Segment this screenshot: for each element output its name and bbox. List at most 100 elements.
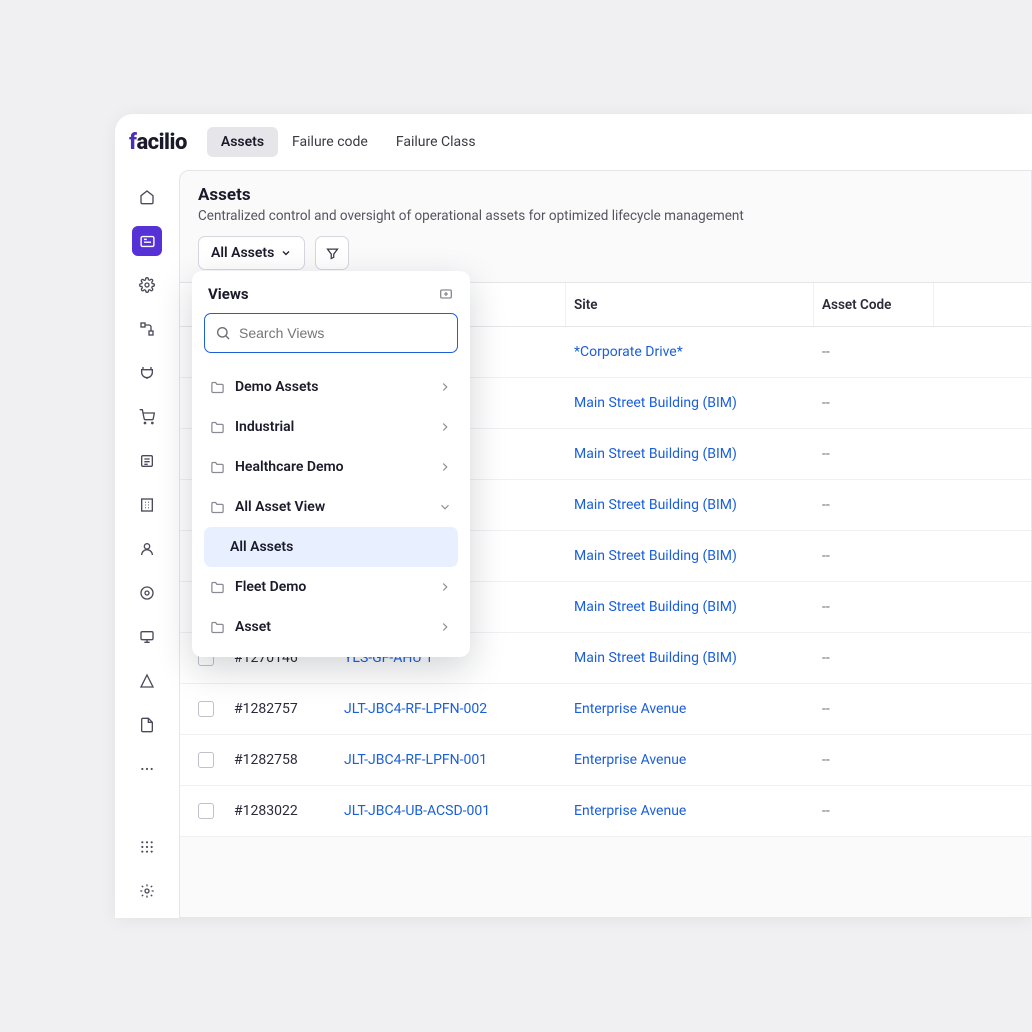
person-icon[interactable] — [132, 534, 162, 564]
row-site[interactable]: Main Street Building (BIM) — [566, 446, 814, 462]
folder-icon — [210, 620, 225, 635]
row-code: -- — [814, 497, 934, 513]
row-code: -- — [814, 599, 934, 615]
chevron-icon — [438, 620, 452, 634]
apps-icon[interactable] — [132, 832, 162, 862]
search-icon — [215, 325, 231, 341]
row-name[interactable]: JLT-JBC4-RF-LPFN-002 — [336, 701, 566, 717]
row-site[interactable]: Main Street Building (BIM) — [566, 395, 814, 411]
col-asset-code: Asset Code — [814, 283, 934, 326]
row-code: -- — [814, 803, 934, 819]
page-title: Assets — [198, 185, 1013, 205]
view-selector-chip[interactable]: All Assets — [198, 236, 305, 270]
row-code: -- — [814, 548, 934, 564]
triangle-icon[interactable] — [132, 666, 162, 696]
row-name[interactable]: JLT-JBC4-RF-LPFN-001 — [336, 752, 566, 768]
row-id: #1283022 — [226, 803, 336, 819]
view-folder-item[interactable]: Fleet Demo — [204, 567, 458, 607]
tab-failure-code[interactable]: Failure code — [278, 127, 382, 157]
view-sub-label: All Assets — [230, 539, 452, 555]
view-folder-label: Industrial — [235, 419, 428, 435]
row-checkbox[interactable] — [198, 701, 214, 717]
brand-rest: acilio — [136, 130, 186, 155]
table-row[interactable]: #1282757 JLT-JBC4-RF-LPFN-002 Enterprise… — [180, 684, 1031, 735]
page-subtitle: Centralized control and oversight of ope… — [198, 208, 1013, 224]
page-header: Assets Centralized control and oversight… — [180, 171, 1031, 236]
building-icon[interactable] — [132, 490, 162, 520]
filter-icon — [325, 246, 340, 261]
row-checkbox[interactable] — [198, 752, 214, 768]
view-folder-item[interactable]: Asset — [204, 607, 458, 647]
doc-icon[interactable] — [132, 710, 162, 740]
row-site[interactable]: Enterprise Avenue — [566, 752, 814, 768]
add-view-icon[interactable] — [438, 286, 454, 302]
row-code: -- — [814, 650, 934, 666]
list-icon[interactable] — [132, 446, 162, 476]
plug-icon[interactable] — [132, 358, 162, 388]
tab-assets[interactable]: Assets — [207, 127, 278, 157]
view-folder-label: Healthcare Demo — [235, 459, 428, 475]
gear2-icon[interactable] — [132, 578, 162, 608]
assets-icon[interactable] — [132, 226, 162, 256]
views-title: Views — [208, 285, 249, 303]
view-folder-label: Asset — [235, 619, 428, 635]
view-item-all-assets[interactable]: All Assets — [204, 527, 458, 567]
row-site[interactable]: Enterprise Avenue — [566, 803, 814, 819]
app-frame: facilio Assets Failure code Failure Clas… — [115, 114, 1032, 918]
view-folder-item[interactable]: Healthcare Demo — [204, 447, 458, 487]
more-icon[interactable] — [132, 754, 162, 784]
row-site[interactable]: Main Street Building (BIM) — [566, 650, 814, 666]
settings-icon[interactable] — [132, 876, 162, 906]
row-id: #1282758 — [226, 752, 336, 768]
view-folder-item[interactable]: Demo Assets — [204, 367, 458, 407]
folder-icon — [210, 500, 225, 515]
row-code: -- — [814, 344, 934, 360]
folder-icon — [210, 460, 225, 475]
table-row[interactable]: #1282758 JLT-JBC4-RF-LPFN-001 Enterprise… — [180, 735, 1031, 786]
folder-icon — [210, 420, 225, 435]
row-site[interactable]: Main Street Building (BIM) — [566, 497, 814, 513]
col-site: Site — [566, 283, 814, 326]
sidebar — [115, 170, 179, 918]
view-folder-label: Demo Assets — [235, 379, 428, 395]
row-code: -- — [814, 446, 934, 462]
flow-icon[interactable] — [132, 314, 162, 344]
top-tabs: Assets Failure code Failure Class — [207, 127, 490, 157]
row-site[interactable]: Main Street Building (BIM) — [566, 599, 814, 615]
gear-icon[interactable] — [132, 270, 162, 300]
topbar: facilio Assets Failure code Failure Clas… — [115, 114, 1032, 170]
filter-button[interactable] — [315, 236, 349, 270]
view-folder-item[interactable]: Industrial — [204, 407, 458, 447]
view-selector-label: All Assets — [211, 245, 274, 261]
view-folder-label: All Asset View — [235, 499, 428, 515]
row-code: -- — [814, 701, 934, 717]
chevron-icon — [438, 460, 452, 474]
chevron-down-icon — [280, 247, 292, 259]
main-area: Assets Centralized control and oversight… — [179, 170, 1032, 918]
chevron-icon — [438, 420, 452, 434]
home-icon[interactable] — [132, 182, 162, 212]
views-search[interactable] — [204, 313, 458, 353]
chevron-icon — [438, 380, 452, 394]
view-folder-item[interactable]: All Asset View — [204, 487, 458, 527]
view-folder-label: Fleet Demo — [235, 579, 428, 595]
views-search-input[interactable] — [239, 325, 447, 341]
row-name[interactable]: JLT-JBC4-UB-ACSD-001 — [336, 803, 566, 819]
table-row[interactable]: #1283022 JLT-JBC4-UB-ACSD-001 Enterprise… — [180, 786, 1031, 837]
folder-icon — [210, 580, 225, 595]
row-site[interactable]: *Corporate Drive* — [566, 344, 814, 360]
row-site[interactable]: Main Street Building (BIM) — [566, 548, 814, 564]
row-checkbox[interactable] — [198, 803, 214, 819]
views-header: Views — [204, 285, 458, 313]
views-dropdown: Views Demo Assets Industrial Healthcare … — [192, 271, 470, 657]
brand-logo: facilio — [129, 130, 187, 155]
row-code: -- — [814, 752, 934, 768]
monitor-icon[interactable] — [132, 622, 162, 652]
row-id: #1282757 — [226, 701, 336, 717]
cart-icon[interactable] — [132, 402, 162, 432]
tab-failure-class[interactable]: Failure Class — [382, 127, 490, 157]
row-site[interactable]: Enterprise Avenue — [566, 701, 814, 717]
folder-icon — [210, 380, 225, 395]
chevron-icon — [438, 500, 452, 514]
row-code: -- — [814, 395, 934, 411]
